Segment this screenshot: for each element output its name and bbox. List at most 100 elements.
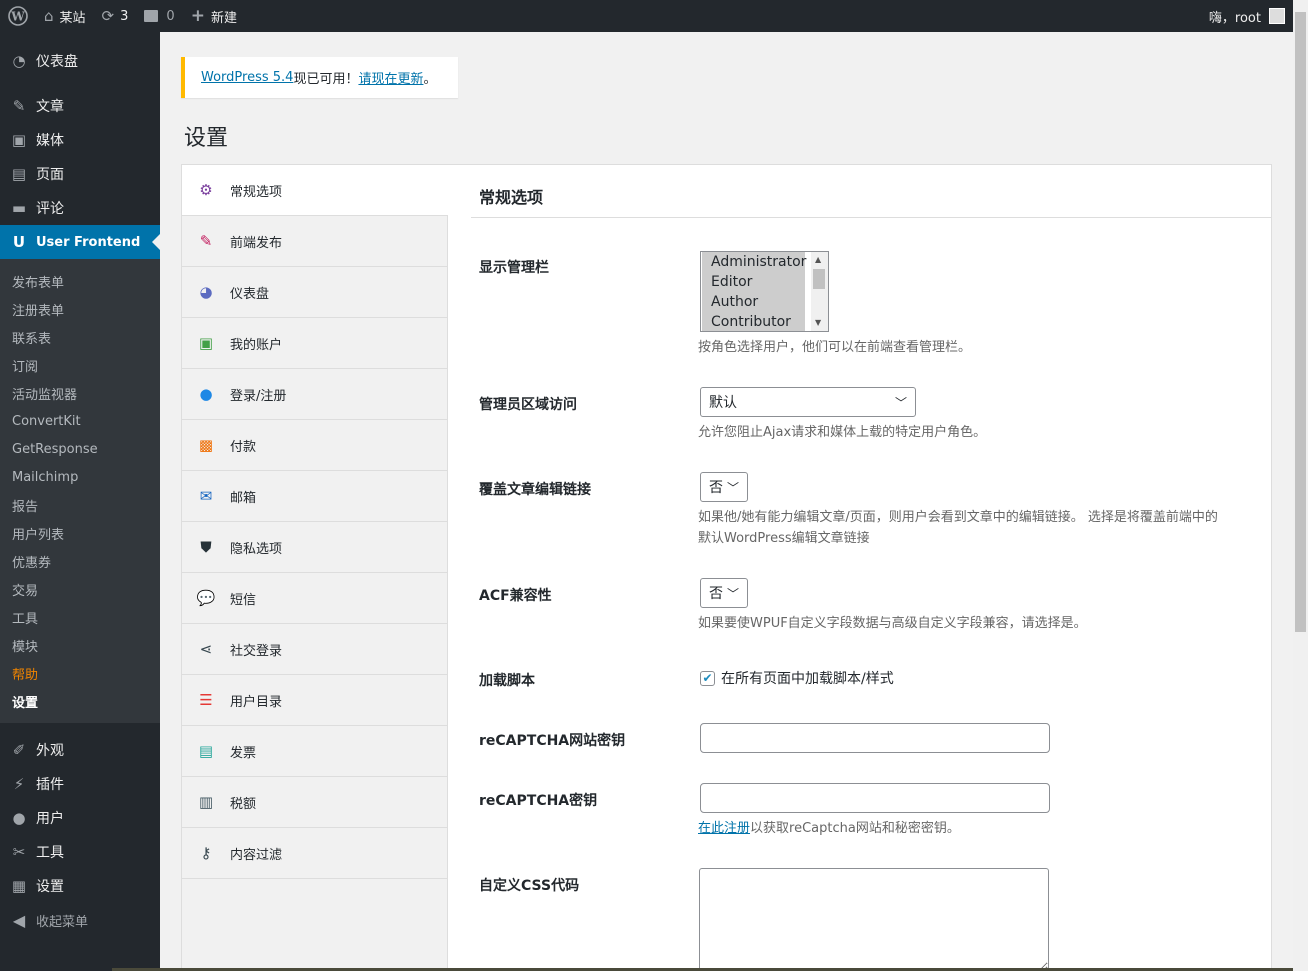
scrollbar-thumb[interactable] xyxy=(1295,12,1306,632)
tab-user-directory[interactable]: ☰ 用户目录 xyxy=(182,675,447,726)
user-icon: ● xyxy=(12,809,26,827)
role-option[interactable]: Editor xyxy=(702,272,805,292)
wordpress-icon[interactable]: W xyxy=(0,0,36,32)
submenu-item[interactable]: Mailchimp xyxy=(0,463,160,491)
page-scrollbar[interactable] xyxy=(1293,0,1308,971)
submenu-item[interactable]: GetResponse xyxy=(0,435,160,463)
scroll-up-icon[interactable]: ▲ xyxy=(815,255,821,264)
menu-tools[interactable]: ✂ 工具 xyxy=(0,835,160,869)
submenu-item[interactable]: ConvertKit xyxy=(0,407,160,435)
load-script-option[interactable]: ✔ 在所有页面中加载脚本/样式 xyxy=(700,668,894,688)
submenu-item-help[interactable]: 帮助 xyxy=(0,659,160,687)
show-admin-bar-select[interactable]: Administrator Editor Author Contributor … xyxy=(700,251,829,332)
submenu-item[interactable]: 模块 xyxy=(0,631,160,659)
dashboard-icon: ◔ xyxy=(12,52,26,70)
recaptcha-secret-label: reCAPTCHA密钥 xyxy=(479,793,598,809)
comments-count: 0 xyxy=(166,8,175,24)
my-account[interactable]: 嗨，root xyxy=(1209,7,1293,26)
comments-link[interactable]: 0 xyxy=(136,0,182,32)
key-icon: ⚷ xyxy=(200,844,212,862)
menu-user-frontend[interactable]: U User Frontend xyxy=(0,225,160,259)
user-frontend-submenu: 发布表单 注册表单 联系表 订阅 活动监视器 ConvertKit GetRes… xyxy=(0,259,160,723)
load-script-checkbox[interactable]: ✔ xyxy=(700,670,715,686)
submenu-item[interactable]: 订阅 xyxy=(0,351,160,379)
avatar xyxy=(1269,8,1285,24)
load-script-label: 加载脚本 xyxy=(479,673,535,689)
new-content-link[interactable]: + 新建 xyxy=(183,0,245,32)
menu-comments[interactable]: ▬ 评论 xyxy=(0,191,160,225)
page-title: 设置 xyxy=(184,126,229,151)
tab-email[interactable]: ✉ 邮箱 xyxy=(182,471,447,522)
show-admin-bar-label: 显示管理栏 xyxy=(479,260,549,276)
submenu-item[interactable]: 优惠券 xyxy=(0,547,160,575)
submenu-item[interactable]: 交易 xyxy=(0,575,160,603)
menu-appearance[interactable]: ✐ 外观 xyxy=(0,733,160,767)
override-edit-label: 覆盖文章编辑链接 xyxy=(479,482,591,498)
submenu-item[interactable]: 联系表 xyxy=(0,323,160,351)
menu-plugins[interactable]: ⚡ 插件 xyxy=(0,767,160,801)
share-icon: ⋖ xyxy=(199,640,213,658)
pin-icon: ✎ xyxy=(12,97,26,115)
settings-icon: ▦ xyxy=(11,877,27,895)
user-frontend-icon: U xyxy=(12,233,26,251)
comment-icon: ▬ xyxy=(11,199,27,217)
svg-text:W: W xyxy=(10,10,25,24)
brush-icon: ✐ xyxy=(12,741,26,759)
tab-dashboard[interactable]: ◕ 仪表盘 xyxy=(182,267,447,318)
register-here-link[interactable]: 在此注册 xyxy=(698,821,750,836)
listbox-scroll-thumb[interactable] xyxy=(813,269,825,289)
tab-payments[interactable]: ▩ 付款 xyxy=(182,420,447,471)
submenu-item[interactable]: 工具 xyxy=(0,603,160,631)
menu-media[interactable]: ▣ 媒体 xyxy=(0,123,160,157)
update-now-link[interactable]: 请现在更新 xyxy=(358,68,423,87)
tab-my-account[interactable]: ▣ 我的账户 xyxy=(182,318,447,369)
admin-access-desc: 允许您阻止Ajax请求和媒体上载的特定用户角色。 xyxy=(698,425,987,440)
tax-icon: ▥ xyxy=(198,793,214,811)
acf-select[interactable]: 否 ﹀ xyxy=(700,578,748,608)
role-option[interactable]: Author xyxy=(702,292,805,312)
site-name-link[interactable]: ⌂ 某站 xyxy=(36,0,94,32)
updates-link[interactable]: ⟳ 3 xyxy=(94,0,137,32)
submenu-item-settings[interactable]: 设置 xyxy=(0,687,160,715)
tab-tax[interactable]: ▥ 税额 xyxy=(182,777,447,828)
tab-login-registration[interactable]: ● 登录/注册 xyxy=(182,369,447,420)
wordpress-version-link[interactable]: WordPress 5.4 xyxy=(201,70,293,85)
tab-sms[interactable]: 💬 短信 xyxy=(182,573,447,624)
recaptcha-site-input[interactable] xyxy=(700,723,1050,753)
greeting: 嗨，root xyxy=(1208,10,1261,26)
submenu-item[interactable]: 报告 xyxy=(0,491,160,519)
settings-tabs: ⚙ 常规选项 ✎ 前端发布 ◕ 仪表盘 ▣ 我的账户 ● 登录/注册 ▩ 付款 ✉ 邮箱 ⛊ 隐… xyxy=(182,165,448,971)
chevron-down-icon: ﹀ xyxy=(894,396,907,410)
admin-access-select[interactable]: 默认 ﹀ xyxy=(700,387,916,417)
override-edit-select[interactable]: 否 ﹀ xyxy=(700,472,748,502)
tab-general[interactable]: ⚙ 常规选项 xyxy=(182,165,448,216)
menu-posts[interactable]: ✎ 文章 xyxy=(0,89,160,123)
tab-invoices[interactable]: ▤ 发票 xyxy=(182,726,447,777)
role-option[interactable]: Contributor xyxy=(702,312,805,331)
tab-frontend-posting[interactable]: ✎ 前端发布 xyxy=(182,216,447,267)
recaptcha-secret-input[interactable] xyxy=(700,783,1050,813)
submenu-item[interactable]: 发布表单 xyxy=(0,267,160,295)
submenu-item[interactable]: 注册表单 xyxy=(0,295,160,323)
shield-icon: ⛊ xyxy=(200,538,212,556)
role-option[interactable]: Administrator xyxy=(702,252,806,272)
collapse-menu-button[interactable]: ◀ 收起菜单 xyxy=(0,903,160,937)
listbox-scrollbar[interactable]: ▲ ▼ xyxy=(811,252,828,331)
show-admin-bar-desc: 按角色选择用户，他们可以在前端查看管理栏。 xyxy=(698,340,972,355)
menu-pages[interactable]: ▤ 页面 xyxy=(0,157,160,191)
scroll-down-icon[interactable]: ▼ xyxy=(815,318,821,327)
tab-content-filtering[interactable]: ⚷ 内容过滤 xyxy=(182,828,447,879)
payment-icon: ▩ xyxy=(198,436,214,454)
tab-social-login[interactable]: ⋖ 社交登录 xyxy=(182,624,447,675)
submenu-item[interactable]: 用户列表 xyxy=(0,519,160,547)
chevron-down-icon: ﹀ xyxy=(726,481,739,495)
custom-css-textarea[interactable] xyxy=(699,868,1049,971)
admin-bar: W ⌂ 某站 ⟳ 3 0 + 新建 嗨，root xyxy=(0,0,1293,32)
menu-settings[interactable]: ▦ 设置 xyxy=(0,869,160,903)
menu-dashboard[interactable]: ◔ 仪表盘 xyxy=(0,44,160,78)
invoice-icon: ▤ xyxy=(198,742,214,760)
menu-users[interactable]: ● 用户 xyxy=(0,801,160,835)
tab-privacy[interactable]: ⛊ 隐私选项 xyxy=(182,522,447,573)
submenu-item[interactable]: 活动监视器 xyxy=(0,379,160,407)
recaptcha-secret-desc: 在此注册以获取reCaptcha网站和秘密密钥。 xyxy=(698,821,960,836)
